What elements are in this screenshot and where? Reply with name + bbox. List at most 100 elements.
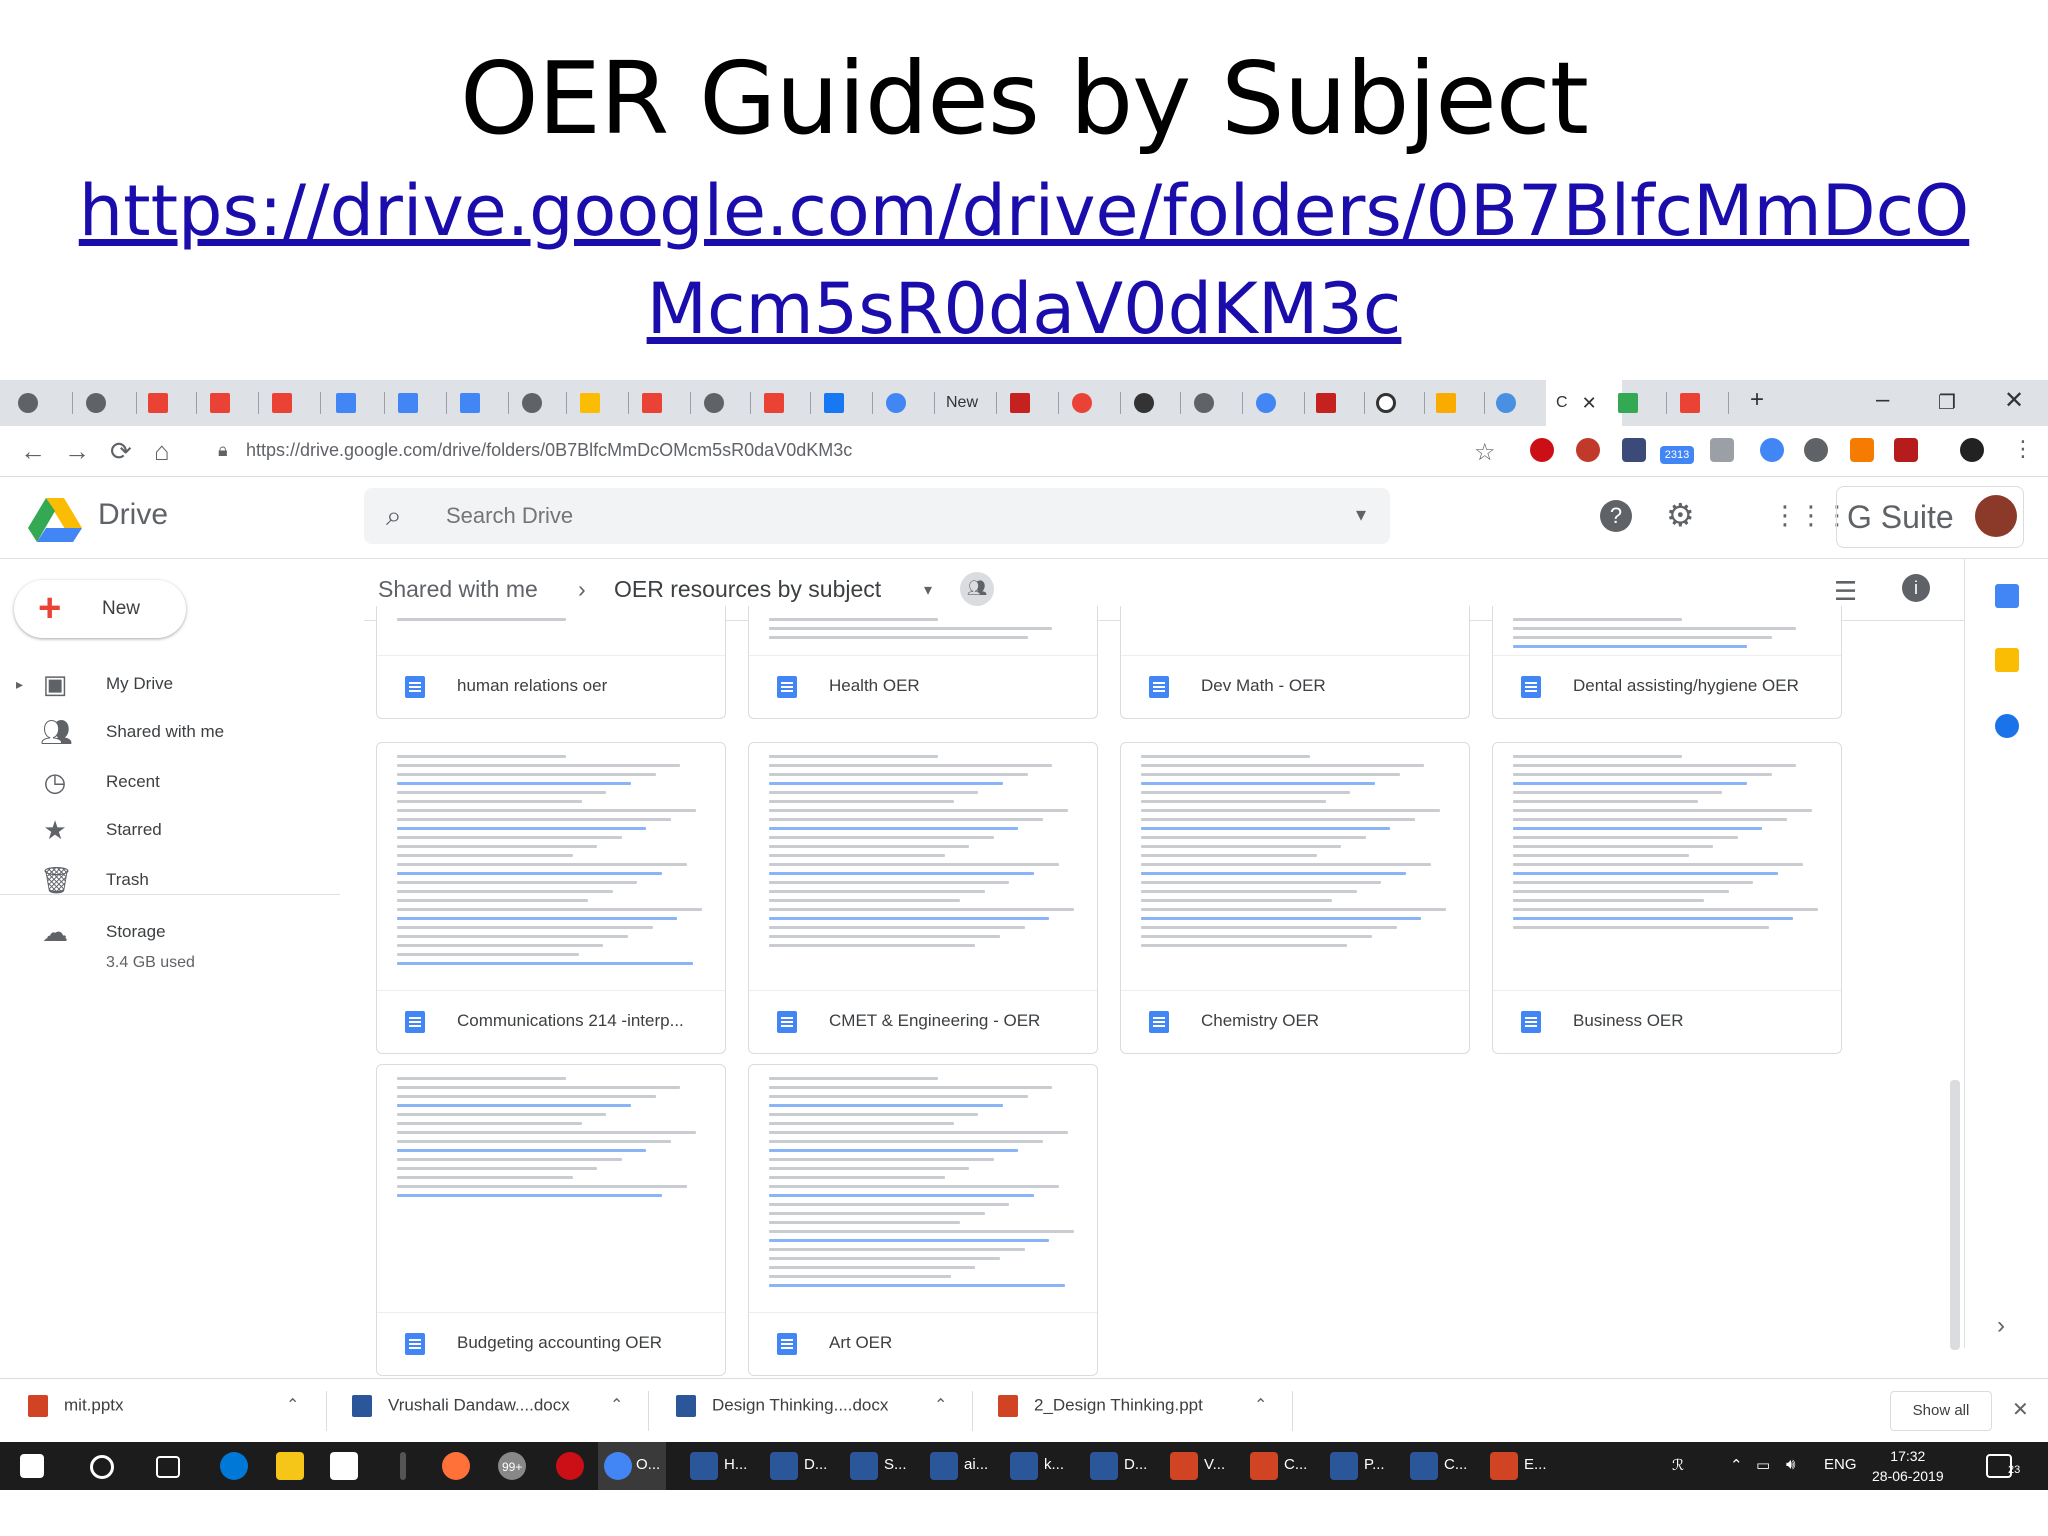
browser-tab[interactable] [764, 388, 784, 418]
taskbar-app-icon[interactable] [1490, 1452, 1518, 1480]
taskbar-app-icon[interactable] [770, 1452, 798, 1480]
avatar[interactable] [1975, 495, 2017, 537]
download-item[interactable]: mit.pptx [28, 1395, 124, 1417]
browser-tab-active[interactable]: C ✕ [1546, 380, 1622, 426]
tasks-icon[interactable] [1995, 714, 2019, 738]
breadcrumb-shared-with-me[interactable]: Shared with me [378, 576, 538, 603]
taskbar-app-icon[interactable] [400, 1452, 406, 1480]
menu-dots-icon[interactable]: ⋮ [2012, 436, 2034, 462]
firefox-icon[interactable] [442, 1452, 470, 1480]
keep-icon[interactable] [1995, 648, 2019, 672]
restore-icon[interactable]: ❐ [1938, 390, 1956, 415]
store-icon[interactable] [330, 1452, 358, 1480]
search-icon[interactable]: ⌕ [386, 500, 402, 533]
taskbar-app-icon[interactable] [1170, 1452, 1198, 1480]
opera-icon[interactable] [556, 1452, 584, 1480]
file-card[interactable]: Chemistry OER [1120, 742, 1470, 1054]
clock[interactable]: 17:32 28-06-2019 [1872, 1446, 1944, 1486]
profile-icon[interactable] [1960, 438, 1984, 462]
reload-icon[interactable]: ⟳ [110, 436, 132, 467]
extension-icon[interactable] [1850, 438, 1874, 462]
sidebar-item-starred[interactable]: ★ Starred [0, 808, 340, 852]
sidebar-item-storage[interactable]: ☁ Storage [0, 910, 340, 954]
sidebar-item-shared-with-me[interactable]: 👥︎ Shared with me [0, 710, 340, 754]
browser-tab[interactable] [1010, 388, 1030, 418]
chevron-up-icon[interactable]: ⌃ [610, 1395, 623, 1415]
help-icon[interactable]: ? [1600, 500, 1632, 532]
network-icon[interactable]: ▭ [1756, 1456, 1770, 1474]
file-card[interactable]: Dev Math - OER [1120, 606, 1470, 719]
forward-arrow-icon[interactable]: → [64, 436, 90, 467]
minimize-icon[interactable]: – [1876, 386, 1889, 414]
drive-logo-icon[interactable] [28, 498, 82, 542]
taskbar-app-icon[interactable] [1410, 1452, 1438, 1480]
file-card[interactable]: Business OER [1492, 742, 1842, 1054]
file-card[interactable]: Health OER [748, 606, 1098, 719]
list-view-icon[interactable]: ☰ [1834, 576, 1857, 607]
bookmark-star-icon[interactable]: ☆ [1474, 438, 1496, 467]
chevron-up-icon[interactable]: ⌃ [934, 1395, 947, 1415]
opera-extension-icon[interactable] [1530, 438, 1554, 462]
gsuite-account-button[interactable]: G Suite [1836, 486, 2024, 548]
download-item[interactable]: Vrushali Dandaw....docx [352, 1395, 570, 1417]
people-icon[interactable]: ℛ [1672, 1456, 1684, 1474]
tray-chevron-icon[interactable]: ⌃ [1730, 1456, 1743, 1474]
file-card[interactable]: Art OER [748, 1064, 1098, 1376]
windows-start-icon[interactable] [20, 1454, 44, 1478]
taskbar-app-icon[interactable] [930, 1452, 958, 1480]
close-icon[interactable]: ✕ [1582, 393, 1597, 414]
browser-tab[interactable] [18, 388, 38, 418]
taskbar-app-icon[interactable] [850, 1452, 878, 1480]
window-close-icon[interactable]: ✕ [2004, 386, 2024, 415]
browser-tab[interactable] [1680, 388, 1700, 418]
extension-icon[interactable] [1710, 438, 1734, 462]
adblock-icon[interactable] [1576, 438, 1600, 462]
browser-tab[interactable] [210, 388, 230, 418]
file-card[interactable]: Budgeting accounting OER [376, 1064, 726, 1376]
browser-tab[interactable] [1496, 388, 1516, 418]
browser-tab[interactable] [1194, 388, 1214, 418]
search-input[interactable] [444, 502, 1248, 530]
pdf-extension-icon[interactable] [1894, 438, 1918, 462]
browser-tab[interactable] [1256, 388, 1276, 418]
browser-tab[interactable] [398, 388, 418, 418]
show-all-downloads-button[interactable]: Show all [1890, 1391, 1992, 1431]
back-arrow-icon[interactable]: ← [20, 436, 46, 467]
download-item[interactable]: 2_Design Thinking.ppt [998, 1395, 1203, 1417]
counter-extension-icon[interactable]: 2313 [1660, 446, 1694, 464]
browser-tab[interactable] [580, 388, 600, 418]
settings-gear-icon[interactable]: ⚙ [1666, 496, 1695, 534]
volume-icon[interactable]: 🔊︎ [1786, 1456, 1795, 1473]
browser-tab[interactable] [642, 388, 662, 418]
folder-menu-caret-icon[interactable]: ▾ [924, 580, 932, 600]
extension-icon[interactable] [1804, 438, 1828, 462]
drive-logo-text[interactable]: Drive [98, 498, 168, 532]
expand-panel-chevron-icon[interactable]: › [1997, 1312, 2005, 1340]
taskbar-app-icon[interactable] [690, 1452, 718, 1480]
extension-icon[interactable] [1622, 438, 1646, 462]
browser-tab[interactable] [1072, 388, 1092, 418]
info-extension-icon[interactable] [1760, 438, 1784, 462]
home-icon[interactable]: ⌂ [154, 436, 170, 467]
taskbar-app-icon[interactable] [1330, 1452, 1358, 1480]
browser-tab[interactable] [86, 388, 106, 418]
search-options-caret-icon[interactable]: ▾ [1356, 502, 1366, 527]
task-view-icon[interactable] [156, 1456, 180, 1478]
info-icon[interactable]: i [1902, 574, 1930, 602]
file-explorer-icon[interactable] [276, 1452, 304, 1480]
taskbar-app-icon[interactable] [1090, 1452, 1118, 1480]
scrollbar[interactable] [1950, 1080, 1960, 1350]
new-tab-plus-icon[interactable]: + [1750, 386, 1764, 414]
calendar-icon[interactable] [1995, 584, 2019, 608]
edge-icon[interactable] [220, 1452, 248, 1480]
chevron-up-icon[interactable]: ⌃ [1254, 1395, 1267, 1415]
chrome-icon[interactable] [604, 1452, 632, 1480]
browser-tab[interactable] [1316, 388, 1336, 418]
search-box[interactable]: ⌕ ▾ [364, 488, 1390, 544]
browser-tab[interactable]: New [946, 388, 978, 418]
browser-tab[interactable] [336, 388, 356, 418]
expand-arrow-icon[interactable]: ▸ [16, 676, 23, 693]
url-field[interactable]: https://drive.google.com/drive/folders/0… [246, 440, 852, 461]
close-downloads-icon[interactable]: ✕ [2012, 1397, 2029, 1422]
browser-tab[interactable] [272, 388, 292, 418]
